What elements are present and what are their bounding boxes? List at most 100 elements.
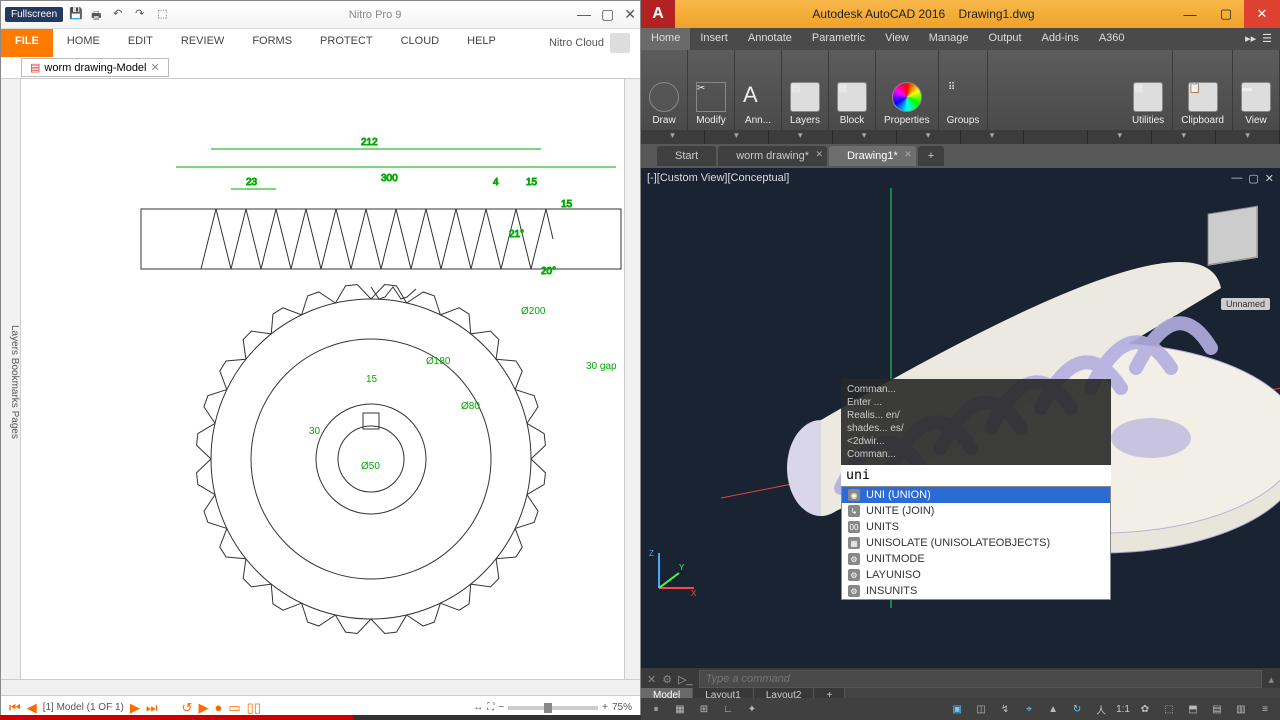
ac-item-units[interactable]: 00UNITS bbox=[842, 519, 1110, 535]
nitro-cloud-link[interactable]: Nitro Cloud bbox=[539, 29, 640, 57]
new-tab-button[interactable]: + bbox=[918, 146, 944, 166]
print-icon[interactable]: 🖶 bbox=[91, 7, 107, 23]
ac-item-layuniso[interactable]: ⚙LAYUNISO bbox=[842, 567, 1110, 583]
play-icon[interactable]: ▶ bbox=[198, 700, 208, 716]
vp-max-icon[interactable]: ▢ bbox=[1248, 172, 1258, 185]
scale-readout[interactable]: 1:1 bbox=[1116, 704, 1130, 715]
ribbon-tab-parametric[interactable]: Parametric bbox=[802, 28, 875, 50]
ribbon-tab-edit[interactable]: EDIT bbox=[114, 29, 167, 57]
redo-icon[interactable]: ↷ bbox=[135, 7, 151, 23]
cycling-toggle[interactable]: ↻ bbox=[1068, 700, 1086, 718]
grid-toggle[interactable]: ▦ bbox=[671, 700, 689, 718]
lwt-toggle[interactable]: ⌖ bbox=[1020, 700, 1038, 718]
ribbon-tab-cloud[interactable]: CLOUD bbox=[387, 29, 454, 57]
ribbon-tab-annotate[interactable]: Annotate bbox=[738, 28, 802, 50]
file-tab-worm[interactable]: worm drawing*✕ bbox=[718, 146, 827, 166]
ac-item-insunits[interactable]: ⚙INSUNITS bbox=[842, 583, 1110, 599]
view-single-icon[interactable]: ▭ bbox=[228, 700, 240, 716]
cmd-config-icon[interactable]: ⚙ bbox=[662, 673, 672, 686]
zoom-out-button[interactable]: − bbox=[498, 702, 504, 713]
ribbon-tab-file[interactable]: FILE bbox=[1, 29, 53, 57]
ribbon-tab-a360[interactable]: A360 bbox=[1089, 28, 1135, 50]
nitro-sidebar[interactable]: Layers Bookmarks Pages bbox=[1, 79, 21, 679]
command-line-input[interactable] bbox=[699, 670, 1263, 688]
save-icon[interactable]: 💾 bbox=[69, 7, 85, 23]
autocad-logo-icon[interactable]: A bbox=[641, 0, 675, 28]
first-page-button[interactable]: ⏮ bbox=[9, 700, 21, 716]
rotate-left-icon[interactable]: ↺ bbox=[182, 700, 193, 716]
ribbon-tab-forms[interactable]: FORMS bbox=[238, 29, 306, 57]
cmd-recent-icon[interactable]: ▴ bbox=[1268, 673, 1274, 686]
user-avatar-icon[interactable] bbox=[610, 33, 630, 53]
ribbon-tab-manage[interactable]: Manage bbox=[919, 28, 979, 50]
maximize-button[interactable]: ▢ bbox=[1208, 0, 1244, 28]
document-tab[interactable]: ▤ worm drawing-Model ✕ bbox=[21, 58, 169, 77]
ribbon-tab-insert[interactable]: Insert bbox=[690, 28, 738, 50]
customize-icon[interactable]: ≡ bbox=[1256, 700, 1274, 718]
panel-draw[interactable]: Draw bbox=[641, 50, 688, 130]
zoom-in-button[interactable]: + bbox=[602, 702, 608, 713]
anno-mon-icon[interactable]: ⬒ bbox=[1184, 700, 1202, 718]
panel-layers[interactable]: ▤Layers bbox=[782, 50, 829, 130]
ribbon-tab-home[interactable]: HOME bbox=[53, 29, 114, 57]
ribbon-tab-view[interactable]: View bbox=[875, 28, 919, 50]
panel-block[interactable]: ▦Block bbox=[829, 50, 876, 130]
command-input[interactable] bbox=[841, 465, 1111, 486]
panel-groups[interactable]: ⠿Groups bbox=[939, 50, 989, 130]
autocomplete-list[interactable]: ◉UNI (UNION) ↳UNITE (JOIN) 00UNITS ▦UNIS… bbox=[841, 486, 1111, 600]
maximize-button[interactable]: ▢ bbox=[601, 6, 614, 23]
ribbon-tab-review[interactable]: REVIEW bbox=[167, 29, 238, 57]
ribbon-tab-protect[interactable]: PROTECT bbox=[306, 29, 387, 57]
vp-min-icon[interactable]: — bbox=[1231, 172, 1242, 185]
zoom-slider[interactable] bbox=[508, 706, 598, 710]
panel-modify[interactable]: ✂Modify bbox=[688, 50, 735, 130]
viewport[interactable]: [-][Custom View][Conceptual] —▢✕ Unnamed bbox=[641, 168, 1280, 668]
panel-view[interactable]: ▬View bbox=[1233, 50, 1280, 130]
model-toggle[interactable]: ⏸ bbox=[647, 700, 665, 718]
osnap-toggle[interactable]: ▣ bbox=[948, 700, 966, 718]
fit-width-icon[interactable]: ↔ bbox=[473, 702, 483, 713]
ortho-toggle[interactable]: ∟ bbox=[719, 700, 737, 718]
stop-icon[interactable]: ● bbox=[214, 700, 222, 715]
3dosnap-toggle[interactable]: ◫ bbox=[972, 700, 990, 718]
scrollbar-horizontal[interactable] bbox=[1, 679, 640, 695]
ribbon-expand-icon[interactable]: ▸▸ bbox=[1245, 32, 1256, 46]
ac-item-unite[interactable]: ↳UNITE (JOIN) bbox=[842, 503, 1110, 519]
cmd-close-icon[interactable]: ✕ bbox=[647, 673, 656, 686]
pdf-canvas[interactable]: 212 300 23 4 15 15 30 21° 20° bbox=[21, 79, 640, 679]
close-button[interactable]: ✕ bbox=[1244, 0, 1280, 28]
panel-annotation[interactable]: AAnn... bbox=[735, 50, 782, 130]
file-tab-start[interactable]: Start bbox=[657, 146, 716, 166]
prev-page-button[interactable]: ◀ bbox=[27, 700, 37, 716]
panel-utilities[interactable]: ▦Utilities bbox=[1124, 50, 1173, 130]
hardware-icon[interactable]: ▤ bbox=[1208, 700, 1226, 718]
vp-close-icon[interactable]: ✕ bbox=[1265, 172, 1274, 185]
file-tab-drawing1[interactable]: Drawing1*✕ bbox=[829, 146, 916, 166]
ac-item-union[interactable]: ◉UNI (UNION) bbox=[842, 487, 1110, 503]
view-double-icon[interactable]: ▯▯ bbox=[247, 700, 261, 716]
tab-close-button[interactable]: ✕ bbox=[151, 61, 160, 74]
snap-toggle[interactable]: ⊞ bbox=[695, 700, 713, 718]
fit-page-icon[interactable]: ⛶ bbox=[487, 702, 494, 713]
clean-icon[interactable]: ▥ bbox=[1232, 700, 1250, 718]
fullscreen-badge[interactable]: Fullscreen bbox=[5, 7, 63, 22]
close-icon[interactable]: ✕ bbox=[904, 149, 912, 160]
panel-clipboard[interactable]: 📋Clipboard bbox=[1173, 50, 1233, 130]
viewport-label[interactable]: [-][Custom View][Conceptual] bbox=[647, 172, 789, 184]
polar-toggle[interactable]: ✦ bbox=[743, 700, 761, 718]
last-page-button[interactable]: ⏭ bbox=[146, 700, 158, 716]
minimize-button[interactable]: — bbox=[577, 6, 591, 23]
close-button[interactable]: ✕ bbox=[624, 6, 636, 23]
dynamic-input[interactable] bbox=[841, 465, 1111, 486]
next-page-button[interactable]: ▶ bbox=[130, 700, 140, 716]
ucs-gizmo-icon[interactable]: Z X Y bbox=[649, 548, 699, 598]
scrollbar-vertical[interactable] bbox=[624, 79, 640, 679]
transparency-toggle[interactable]: ▲ bbox=[1044, 700, 1062, 718]
ac-item-unisolate[interactable]: ▦UNISOLATE (UNISOLATEOBJECTS) bbox=[842, 535, 1110, 551]
gear-icon[interactable]: ✿ bbox=[1136, 700, 1154, 718]
anno-toggle[interactable]: 人 bbox=[1092, 700, 1110, 718]
ac-item-unitmode[interactable]: ⚙UNITMODE bbox=[842, 551, 1110, 567]
video-progress-bar[interactable] bbox=[0, 715, 641, 720]
ribbon-tab-output[interactable]: Output bbox=[979, 28, 1032, 50]
ribbon-menu-icon[interactable]: ☰ bbox=[1262, 32, 1272, 46]
